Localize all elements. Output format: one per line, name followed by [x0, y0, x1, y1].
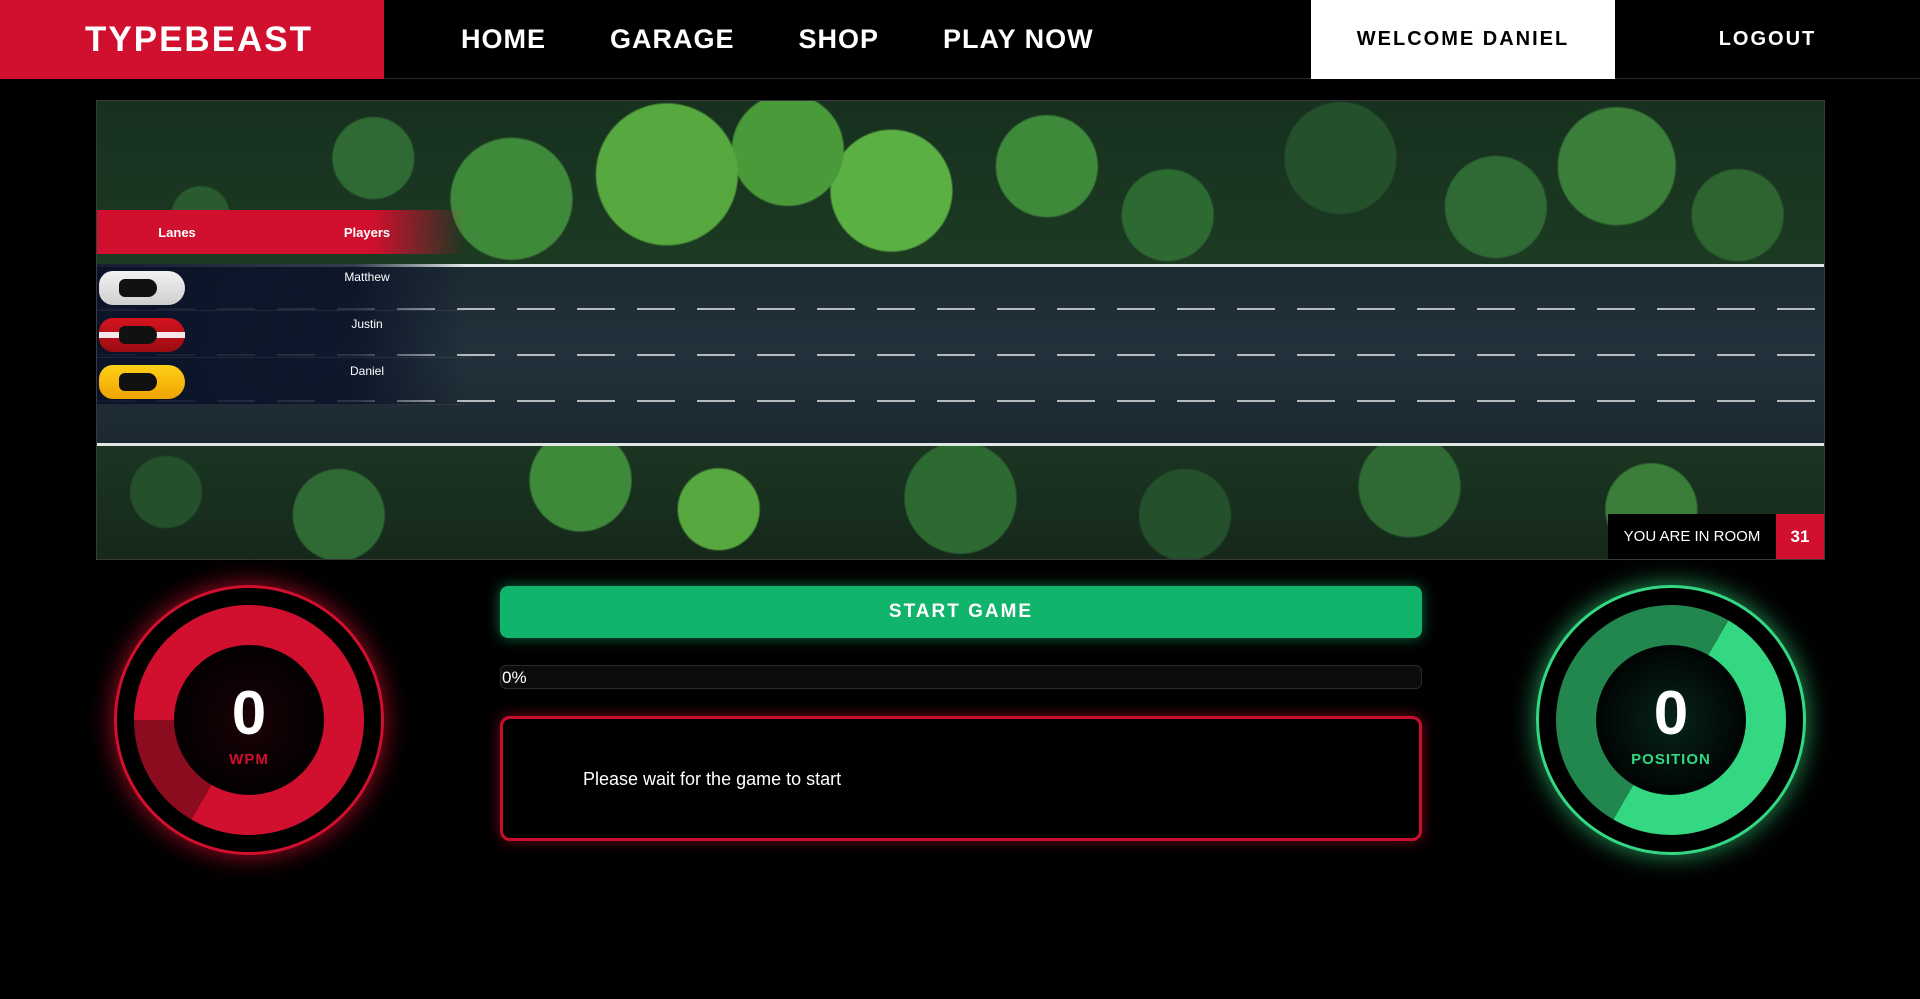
nav-shop[interactable]: SHOP: [799, 24, 880, 55]
yellow-car-icon: [99, 365, 185, 399]
lane-row: Matthew: [97, 264, 465, 311]
lanes-header: Lanes Players: [97, 210, 465, 254]
lanes-column-header: Lanes: [158, 224, 196, 240]
wpm-label: WPM: [229, 751, 269, 768]
wpm-value: 0: [231, 679, 267, 748]
status-message: Please wait for the game to start: [583, 769, 842, 789]
top-nav: TYPEBEAST HOME GARAGE SHOP PLAY NOW WELC…: [0, 0, 1920, 79]
forest-bottom-background: [97, 446, 1824, 559]
typing-text-box[interactable]: Please wait for the game to start: [500, 716, 1422, 841]
player-name: Matthew: [344, 270, 390, 284]
wpm-gauge: 0 WPM: [114, 585, 384, 855]
nav-play-now[interactable]: PLAY NOW: [943, 24, 1094, 55]
room-label: YOU ARE IN ROOM: [1623, 528, 1761, 545]
white-car-icon: [99, 271, 185, 305]
logout-button[interactable]: LOGOUT: [1615, 0, 1920, 79]
lane-row: Daniel: [97, 358, 465, 405]
room-indicator: YOU ARE IN ROOM 31: [1608, 514, 1824, 559]
main-menu: HOME GARAGE SHOP PLAY NOW: [461, 0, 1158, 79]
nav-home[interactable]: HOME: [461, 24, 546, 55]
red-car-icon: [99, 318, 185, 352]
start-game-button[interactable]: START GAME: [500, 586, 1422, 638]
welcome-user-label: WELCOME DANIEL: [1311, 0, 1615, 79]
player-name: Daniel: [349, 364, 385, 378]
nav-garage[interactable]: GARAGE: [610, 24, 735, 55]
position-label: POSITION: [1631, 751, 1711, 768]
race-progress-bar: 0%: [500, 665, 1422, 689]
race-progress-text: 0%: [502, 668, 527, 687]
position-value: 0: [1653, 679, 1689, 748]
race-track: Lanes Players Matthew Justin Daniel YOU …: [96, 100, 1825, 560]
position-gauge: 0 POSITION: [1536, 585, 1806, 855]
player-name: Justin: [351, 317, 383, 331]
typebeast-logo[interactable]: TYPEBEAST: [0, 0, 384, 79]
room-number-badge: 31: [1776, 514, 1824, 559]
players-column-header: Players: [343, 224, 391, 240]
lane-row: Justin: [97, 311, 465, 358]
